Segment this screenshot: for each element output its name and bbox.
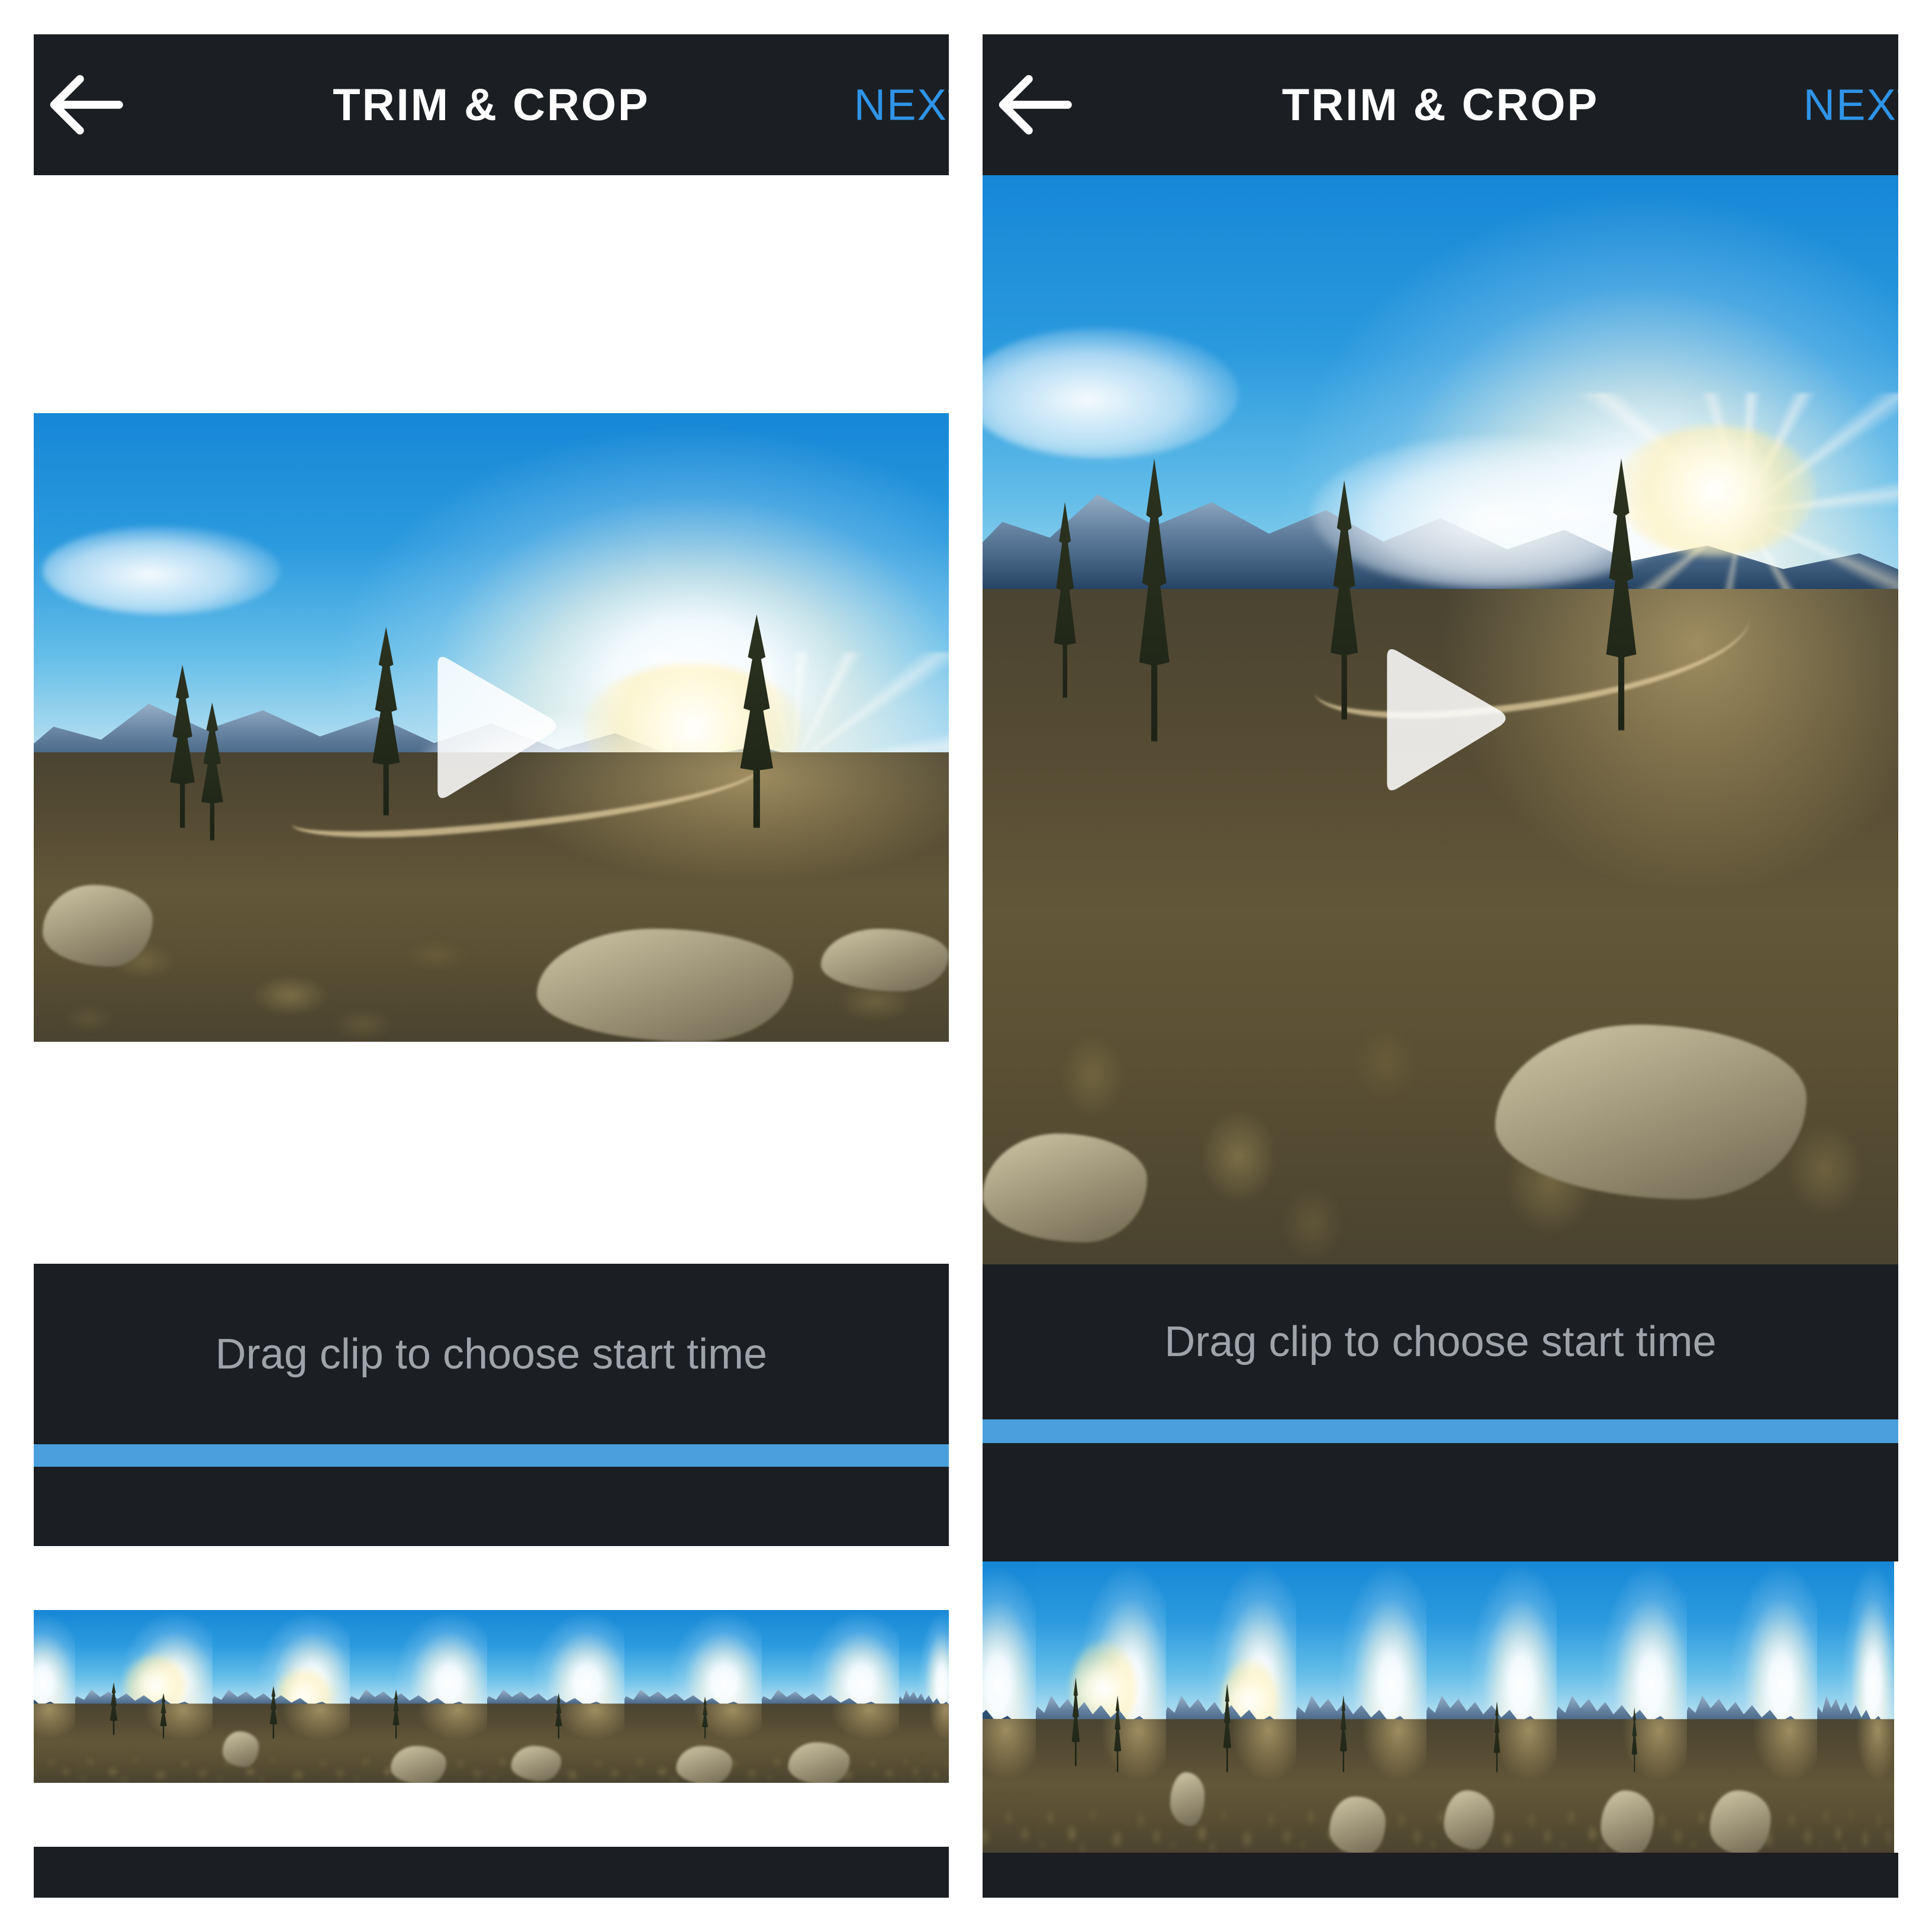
- app-header-right: TRIM & CROP NEXT: [983, 34, 1898, 175]
- trim-hint-bar: Drag clip to choose start time: [34, 1264, 949, 1444]
- filmstrip-thumbnail[interactable]: [1427, 1561, 1557, 1853]
- foreground-rock: [983, 1134, 1148, 1243]
- page-title: TRIM & CROP: [1281, 79, 1599, 130]
- foreground-rock: [1495, 1025, 1807, 1199]
- timeline-progress-line[interactable]: [983, 1419, 1898, 1443]
- filmstrip-thumbnail[interactable]: [624, 1610, 762, 1783]
- filmstrip-thumbnail[interactable]: [1817, 1561, 1894, 1853]
- timeline-progress-line[interactable]: [34, 1444, 949, 1467]
- filmstrip-thumbnail[interactable]: [75, 1610, 212, 1783]
- trim-hint-bar: Drag clip to choose start time: [983, 1264, 1898, 1419]
- filmstrip-thumbnail[interactable]: [350, 1610, 487, 1783]
- app-header-left: TRIM & CROP NEXT: [34, 34, 949, 175]
- filmstrip-right[interactable]: [983, 1561, 1898, 1853]
- next-button[interactable]: NEXT: [1804, 80, 1898, 130]
- sun-glow: [1614, 426, 1816, 556]
- page-title: TRIM & CROP: [333, 79, 650, 130]
- bottom-toolbar: [983, 1853, 1898, 1898]
- filmstrip-thumbnail[interactable]: [1036, 1561, 1166, 1853]
- filmstrip-thumbnail[interactable]: [34, 1610, 75, 1783]
- filmstrip-thumbnail[interactable]: [762, 1610, 899, 1783]
- filmstrip-thumbnail[interactable]: [487, 1610, 624, 1783]
- trim-crop-screen-left: TRIM & CROP NEXT: [34, 0, 949, 1932]
- video-preview[interactable]: [34, 413, 949, 1042]
- filmstrip-thumbnail[interactable]: [1166, 1561, 1296, 1853]
- trim-crop-screen-right: TRIM & CROP NEXT: [983, 0, 1898, 1932]
- foreground-rock: [537, 928, 794, 1042]
- trim-hint-text: Drag clip to choose start time: [215, 1330, 768, 1378]
- filmstrip-thumbnail[interactable]: [212, 1610, 350, 1783]
- video-preview[interactable]: [983, 175, 1898, 1264]
- trim-hint-text: Drag clip to choose start time: [1164, 1318, 1717, 1366]
- bottom-toolbar: [34, 1847, 949, 1898]
- foreground-rock: [820, 928, 949, 992]
- filmstrip-left[interactable]: [34, 1610, 949, 1783]
- play-button[interactable]: [1366, 642, 1515, 797]
- foreground-rock: [43, 884, 153, 967]
- timeline-track[interactable]: [34, 1467, 949, 1546]
- play-triangle-icon: [1366, 642, 1515, 797]
- timeline-track[interactable]: [983, 1443, 1898, 1561]
- next-button[interactable]: NEXT: [854, 80, 949, 130]
- filmstrip-thumbnail[interactable]: [1296, 1561, 1427, 1853]
- play-triangle-icon: [417, 650, 566, 805]
- filmstrip-thumbnail[interactable]: [899, 1610, 949, 1783]
- filmstrip-thumbnail[interactable]: [1687, 1561, 1817, 1853]
- play-button[interactable]: [417, 650, 566, 805]
- filmstrip-thumbnail[interactable]: [983, 1561, 1036, 1853]
- filmstrip-thumbnail[interactable]: [1557, 1561, 1687, 1853]
- cloud-left: [43, 526, 281, 614]
